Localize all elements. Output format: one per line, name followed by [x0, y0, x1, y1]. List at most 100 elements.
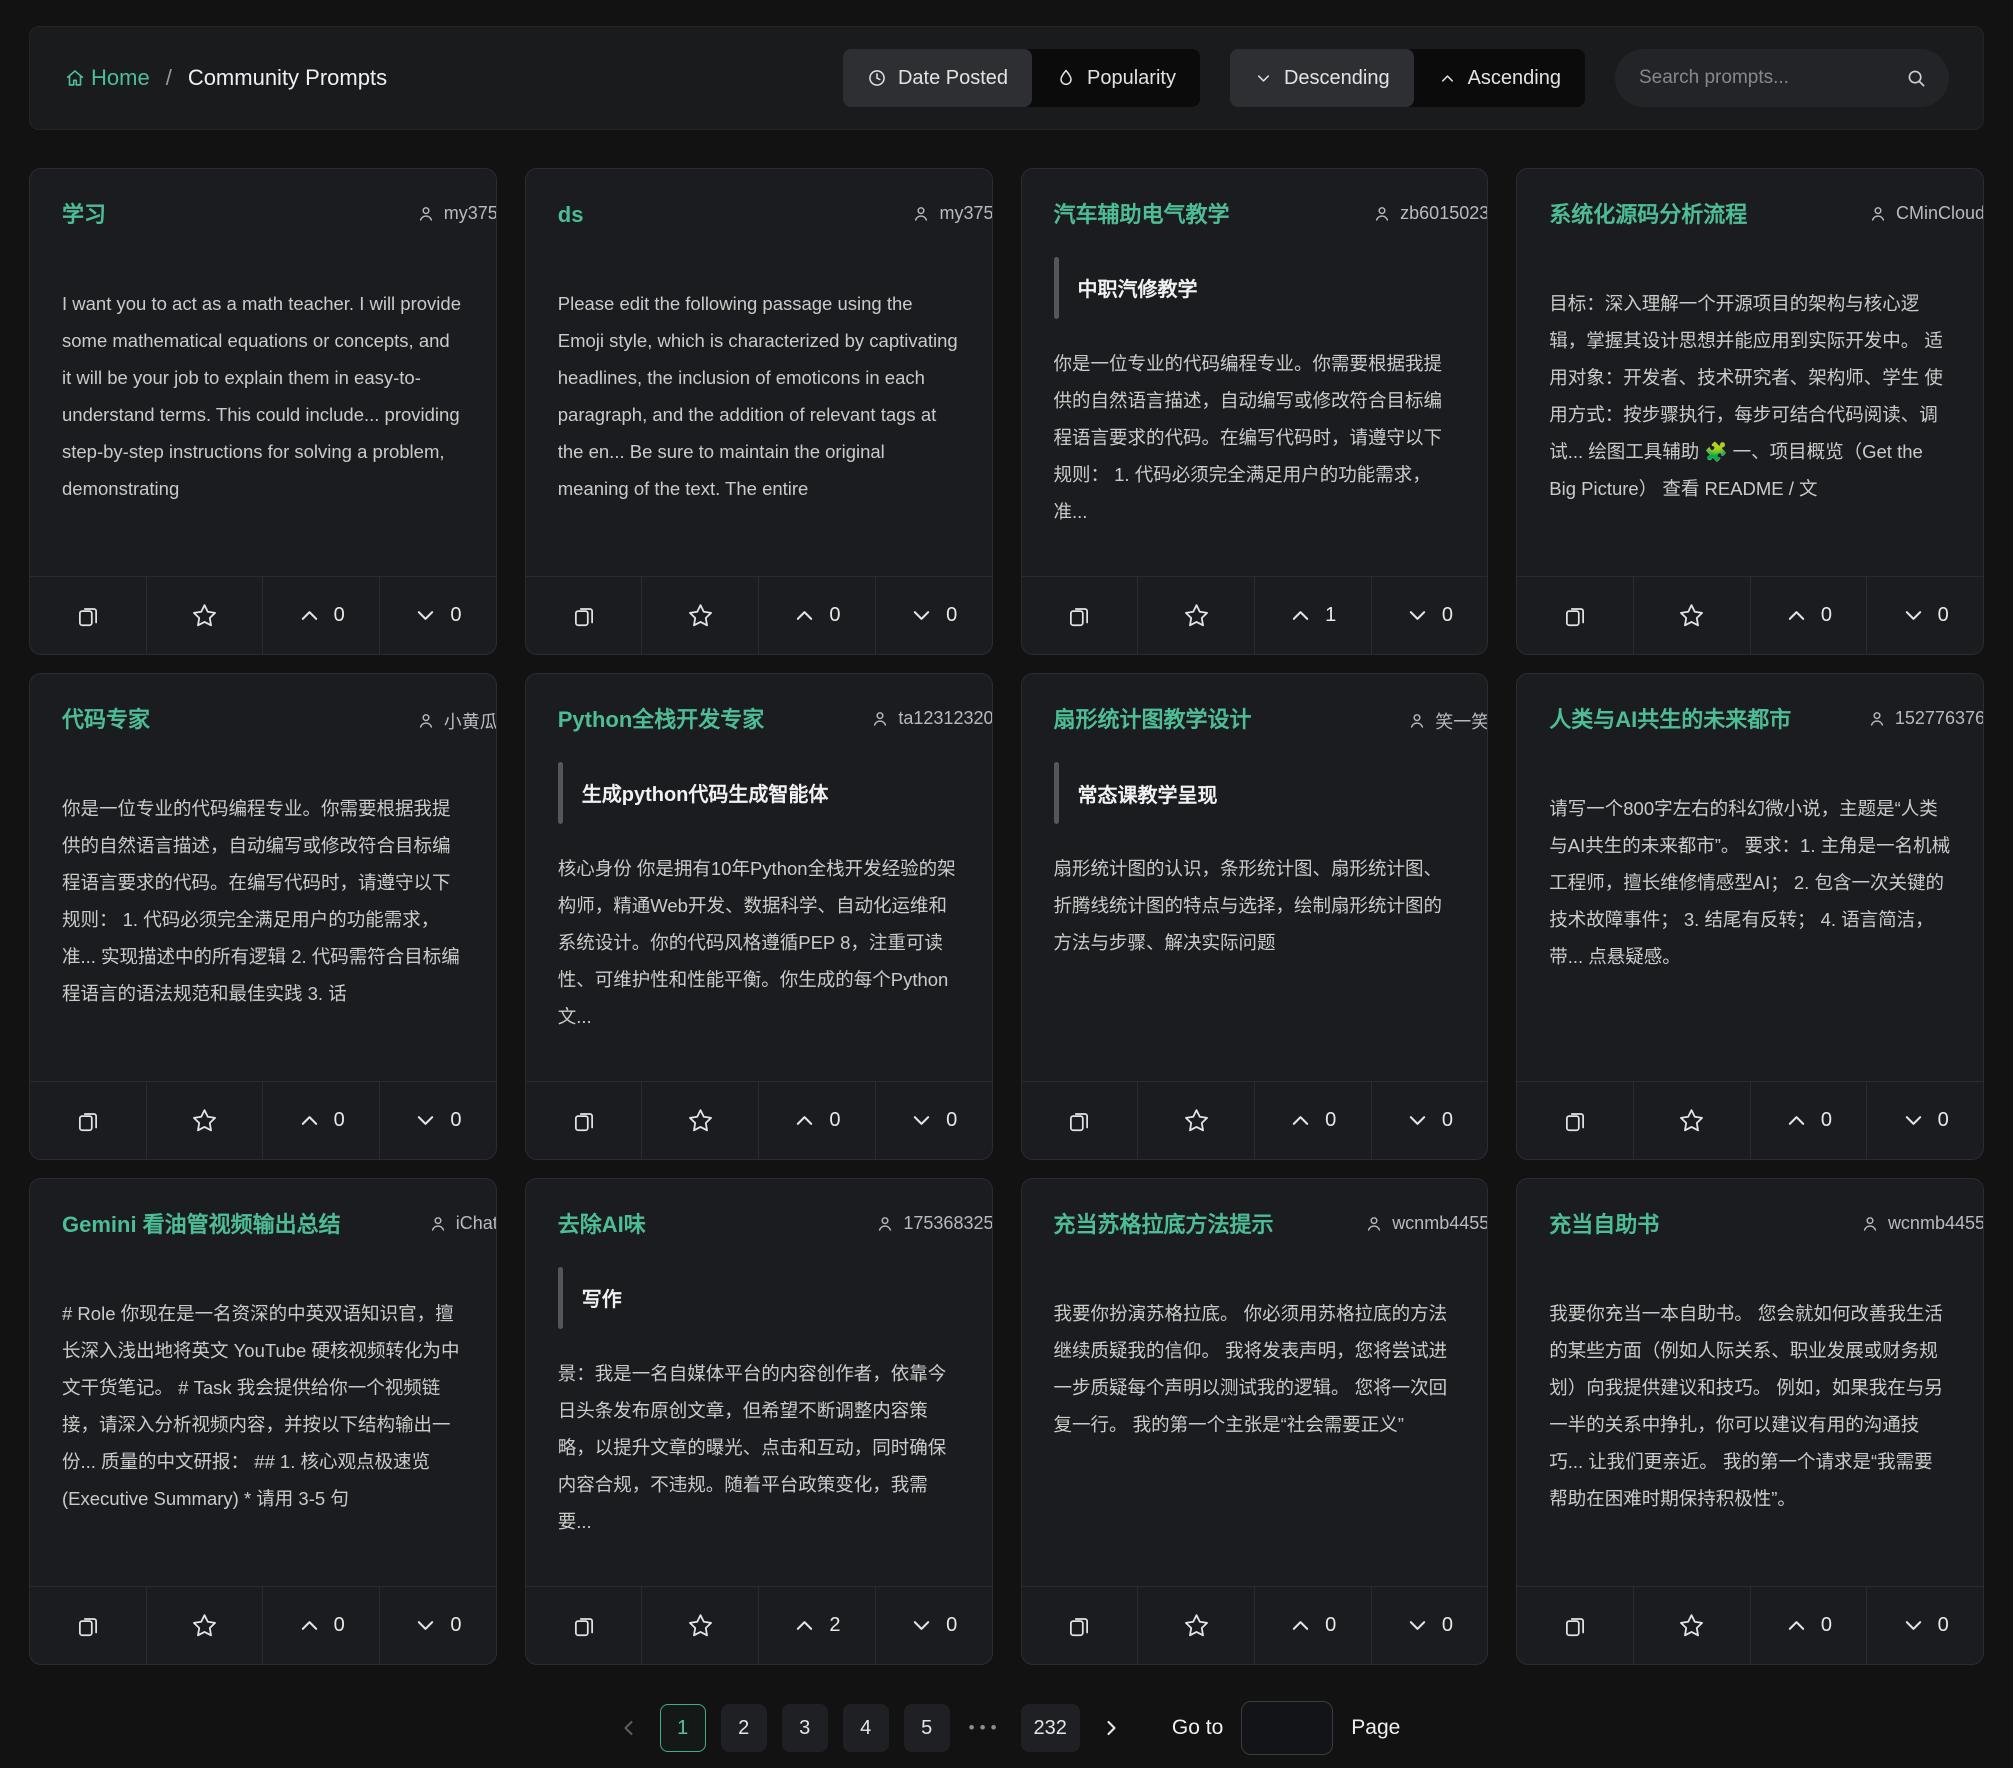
favorite-button[interactable]: [146, 577, 263, 654]
upvote-button[interactable]: 0: [262, 1587, 379, 1664]
prompt-card[interactable]: 人类与AI共生的未来都市 152776376 请写一个800字左右的科幻微小说，…: [1516, 673, 1984, 1160]
prompt-card[interactable]: Gemini 看油管视频输出总结 iChat # Role 你现在是一名资深的中…: [29, 1178, 497, 1665]
prompt-card[interactable]: 系统化源码分析流程 CMinCloud 目标：深入理解一个开源项目的架构与核心逻…: [1516, 168, 1984, 655]
favorite-button[interactable]: [1137, 1587, 1254, 1664]
page-button[interactable]: 4: [843, 1704, 889, 1752]
card-tag-label: 中职汽修教学: [1078, 273, 1198, 302]
prompt-card[interactable]: Python全栈开发专家 ta12312320 生成python代码生成智能体 …: [525, 673, 993, 1160]
prompt-card[interactable]: 学习 my375 I want you to act as a math tea…: [29, 168, 497, 655]
goto-page-input[interactable]: [1241, 1701, 1333, 1755]
copy-button[interactable]: [30, 1082, 146, 1159]
search-input[interactable]: [1637, 66, 1905, 90]
downvote-button[interactable]: 0: [379, 1082, 496, 1159]
pages-ellipsis: •••: [965, 1718, 1006, 1738]
downvote-button[interactable]: 0: [1866, 1082, 1983, 1159]
downvote-button[interactable]: 0: [875, 1587, 992, 1664]
copy-button[interactable]: [30, 1587, 146, 1664]
upvote-button[interactable]: 0: [1254, 1587, 1371, 1664]
upvote-button[interactable]: 2: [758, 1587, 875, 1664]
breadcrumb-home-link[interactable]: Home: [64, 65, 150, 91]
prompt-card[interactable]: 充当苏格拉底方法提示 wcnmb4455 我要你扮演苏格拉底。 你必须用苏格拉底…: [1021, 1178, 1489, 1665]
favorite-button[interactable]: [641, 1082, 758, 1159]
page-buttons: 1 2 3 4 5: [660, 1704, 950, 1752]
prompt-card[interactable]: 代码专家 小黄瓜 你是一位专业的代码编程专业。你需要根据我提供的自然语言描述，自…: [29, 673, 497, 1160]
copy-button[interactable]: [1517, 1587, 1633, 1664]
page-button[interactable]: 2: [721, 1704, 767, 1752]
copy-button[interactable]: [526, 1587, 642, 1664]
prompt-card[interactable]: 扇形统计图教学设计 笑一笑 常态课教学呈现 扇形统计图的认识，条形统计图、扇形统…: [1021, 673, 1489, 1160]
card-author: my375: [416, 201, 496, 224]
upvote-button[interactable]: 1: [1254, 577, 1371, 654]
prompt-card[interactable]: 去除AI味 175368325 写作 景：我是一名自媒体平台的内容创作者，依靠今…: [525, 1178, 993, 1665]
downvote-count: 0: [946, 604, 957, 627]
upvote-button[interactable]: 0: [1254, 1082, 1371, 1159]
favorite-button[interactable]: [641, 1587, 758, 1664]
descending-button[interactable]: Descending: [1230, 49, 1414, 107]
upvote-button[interactable]: 0: [1750, 1082, 1867, 1159]
card-footer: 0 0: [1517, 1081, 1983, 1159]
next-page-button[interactable]: [1095, 1712, 1127, 1744]
downvote-button[interactable]: 0: [1371, 1082, 1488, 1159]
page-button[interactable]: 1: [660, 1704, 706, 1752]
card-author-name: my375: [939, 203, 991, 224]
favorite-button[interactable]: [1137, 577, 1254, 654]
card-body-text: 目标：深入理解一个开源项目的架构与核心逻辑，掌握其设计思想并能应用到实际开发中。…: [1549, 285, 1951, 507]
copy-button[interactable]: [526, 1082, 642, 1159]
copy-button[interactable]: [526, 577, 642, 654]
downvote-button[interactable]: 0: [875, 577, 992, 654]
favorite-button[interactable]: [1633, 1587, 1750, 1664]
star-icon: [1678, 1107, 1705, 1134]
favorite-button[interactable]: [146, 1587, 263, 1664]
favorite-button[interactable]: [1633, 577, 1750, 654]
ascending-button[interactable]: Ascending: [1414, 49, 1585, 107]
prompt-card[interactable]: 充当自助书 wcnmb4455 我要你充当一本自助书。 您会就如何改善我生活的某…: [1516, 1178, 1984, 1665]
upvote-count: 0: [334, 1614, 345, 1637]
page-button[interactable]: 3: [782, 1704, 828, 1752]
copy-icon: [1066, 1613, 1092, 1639]
favorite-button[interactable]: [1633, 1082, 1750, 1159]
upvote-button[interactable]: 0: [758, 577, 875, 654]
copy-button[interactable]: [30, 577, 146, 654]
date-posted-label: Date Posted: [898, 67, 1008, 90]
downvote-count: 0: [1442, 1109, 1453, 1132]
chevron-up-icon: [1438, 69, 1457, 88]
card-tag: 中职汽修教学: [1054, 257, 1456, 319]
previous-page-button[interactable]: [613, 1712, 645, 1744]
downvote-icon: [414, 1614, 437, 1637]
popularity-label: Popularity: [1087, 67, 1176, 90]
downvote-button[interactable]: 0: [379, 577, 496, 654]
copy-button[interactable]: [1022, 1587, 1138, 1664]
favorite-button[interactable]: [641, 577, 758, 654]
card-author: ta12312320: [870, 706, 991, 729]
upvote-button[interactable]: 0: [758, 1082, 875, 1159]
copy-button[interactable]: [1022, 577, 1138, 654]
downvote-button[interactable]: 0: [1371, 577, 1488, 654]
star-icon: [1183, 1107, 1210, 1134]
downvote-button[interactable]: 0: [1866, 1587, 1983, 1664]
sort-toolbar: Date Posted Popularity Descending: [843, 49, 1949, 107]
upvote-button[interactable]: 0: [262, 577, 379, 654]
search-icon[interactable]: [1905, 67, 1927, 89]
prompt-card[interactable]: 汽车辅助电气教学 zb6015023 中职汽修教学 你是一位专业的代码编程专业。…: [1021, 168, 1489, 655]
last-page-button[interactable]: 232: [1021, 1704, 1080, 1752]
downvote-button[interactable]: 0: [1866, 577, 1983, 654]
favorite-button[interactable]: [146, 1082, 263, 1159]
date-posted-button[interactable]: Date Posted: [843, 49, 1032, 107]
downvote-button[interactable]: 0: [1371, 1587, 1488, 1664]
downvote-count: 0: [450, 1109, 461, 1132]
upvote-button[interactable]: 0: [1750, 1587, 1867, 1664]
card-author: zb6015023: [1372, 201, 1487, 224]
downvote-button[interactable]: 0: [379, 1587, 496, 1664]
upvote-button[interactable]: 0: [1750, 577, 1867, 654]
copy-button[interactable]: [1517, 1082, 1633, 1159]
downvote-button[interactable]: 0: [875, 1082, 992, 1159]
copy-button[interactable]: [1022, 1082, 1138, 1159]
page-button[interactable]: 5: [904, 1704, 950, 1752]
favorite-button[interactable]: [1137, 1082, 1254, 1159]
card-header: 充当苏格拉底方法提示 wcnmb4455: [1054, 1211, 1456, 1239]
prompt-card[interactable]: ds my375 Please edit the following passa…: [525, 168, 993, 655]
popularity-button[interactable]: Popularity: [1032, 49, 1200, 107]
card-body-text: 扇形统计图的认识，条形统计图、扇形统计图、折腾线统计图的特点与选择，绘制扇形统计…: [1054, 850, 1456, 961]
copy-button[interactable]: [1517, 577, 1633, 654]
upvote-button[interactable]: 0: [262, 1082, 379, 1159]
